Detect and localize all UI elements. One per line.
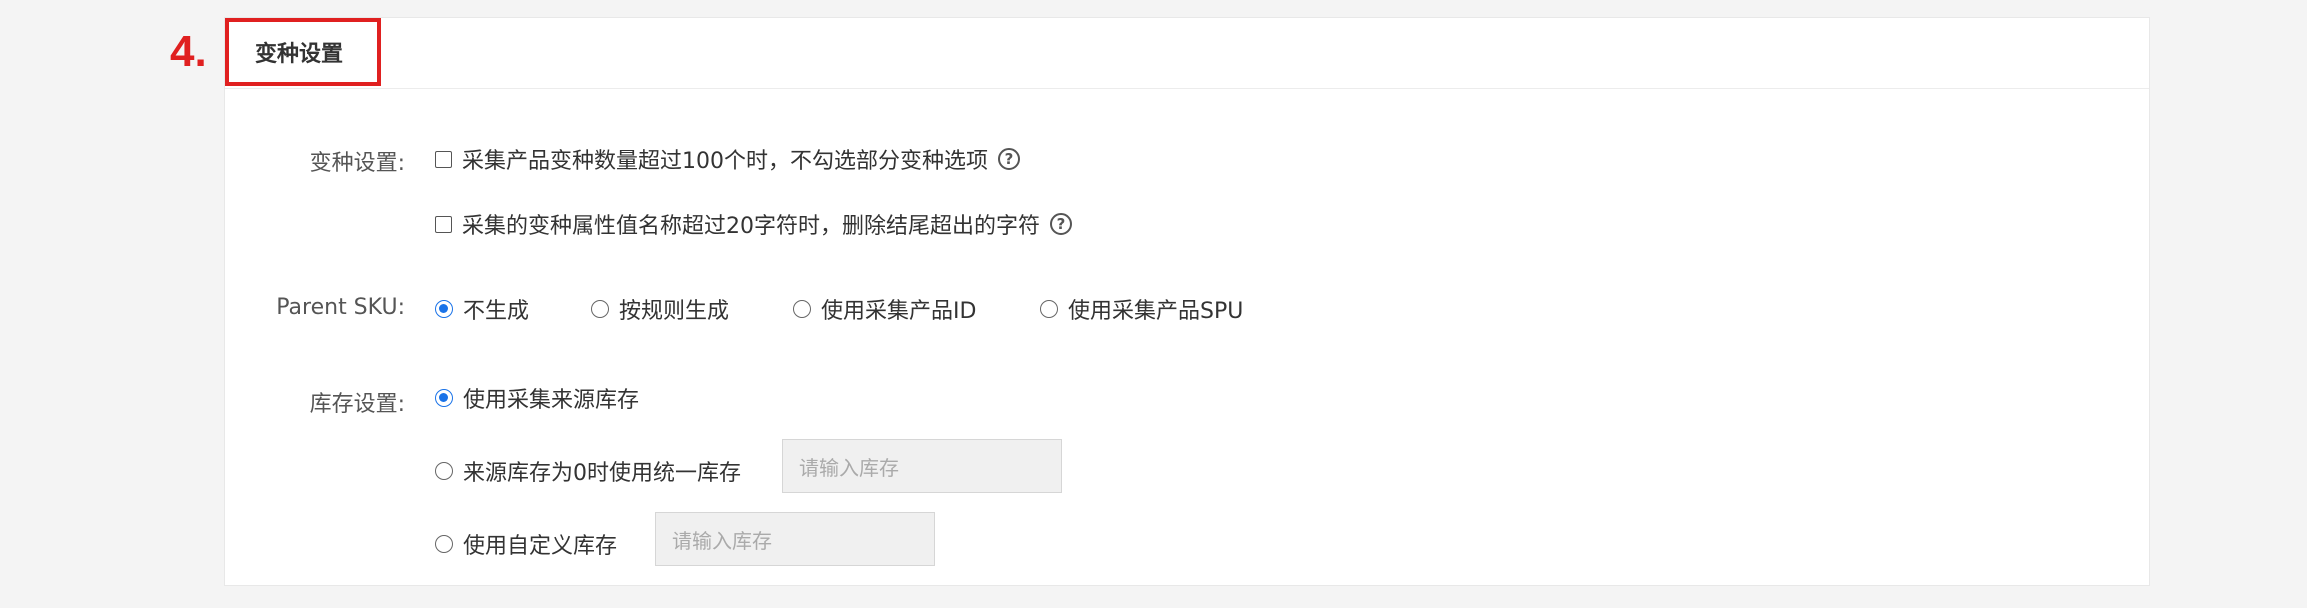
skip-variants-text: 采集产品变种数量超过100个时，不勾选部分变种选项 [462,149,988,174]
variant-settings-card: 变种设置 变种设置: 采集产品变种数量超过100个时，不勾选部分变种选项 ? 采… [224,17,2150,586]
stock-settings-label: 库存设置: [309,392,405,417]
parent-sku-option-text: 不生成 [463,299,530,324]
help-icon[interactable]: ? [998,148,1020,170]
stock-option-unified[interactable]: 来源库存为0时使用统一库存 [435,455,741,487]
stock-option-custom[interactable]: 使用自定义库存 [435,528,617,560]
parent-sku-option-none[interactable]: 不生成 [435,293,529,325]
parent-sku-option-spu[interactable]: 使用采集产品SPU [1040,293,1243,325]
skip-variants-option[interactable]: 采集产品变种数量超过100个时，不勾选部分变种选项 ? [435,143,1020,175]
parent-sku-option-text: 使用采集产品SPU [1068,299,1244,324]
stock-option-text: 使用自定义库存 [463,534,618,559]
skip-variants-checkbox[interactable] [435,150,452,168]
variant-settings-label: 变种设置: [309,151,405,176]
parent-sku-radio-spu[interactable] [1040,300,1058,318]
stock-radio-unified[interactable] [435,462,453,480]
parent-sku-option-id[interactable]: 使用采集产品ID [793,293,976,325]
card-header: 变种设置 [225,18,2149,89]
stock-option-text: 使用采集来源库存 [463,388,640,413]
step-number: 4. [170,27,207,76]
parent-sku-option-rule[interactable]: 按规则生成 [591,293,729,325]
stock-option-source[interactable]: 使用采集来源库存 [435,382,639,414]
stock-radio-source[interactable] [435,389,453,407]
stock-option-text: 来源库存为0时使用统一库存 [463,461,741,486]
help-icon[interactable]: ? [1050,213,1072,235]
trim-attr-option[interactable]: 采集的变种属性值名称超过20字符时，删除结尾超出的字符 ? [435,208,1072,240]
parent-sku-label: Parent SKU: [276,295,405,320]
parent-sku-radio-id[interactable] [793,300,811,318]
parent-sku-option-text: 按规则生成 [619,299,730,324]
stock-radio-custom[interactable] [435,535,453,553]
parent-sku-radio-none[interactable] [435,300,453,318]
section-title: 变种设置 [225,18,381,86]
custom-stock-input[interactable]: 请输入库存 [655,512,935,566]
parent-sku-radio-rule[interactable] [591,300,609,318]
parent-sku-option-text: 使用采集产品ID [821,299,977,324]
trim-attr-checkbox[interactable] [435,215,452,233]
trim-attr-text: 采集的变种属性值名称超过20字符时，删除结尾超出的字符 [462,214,1040,239]
unified-stock-input[interactable]: 请输入库存 [782,439,1062,493]
